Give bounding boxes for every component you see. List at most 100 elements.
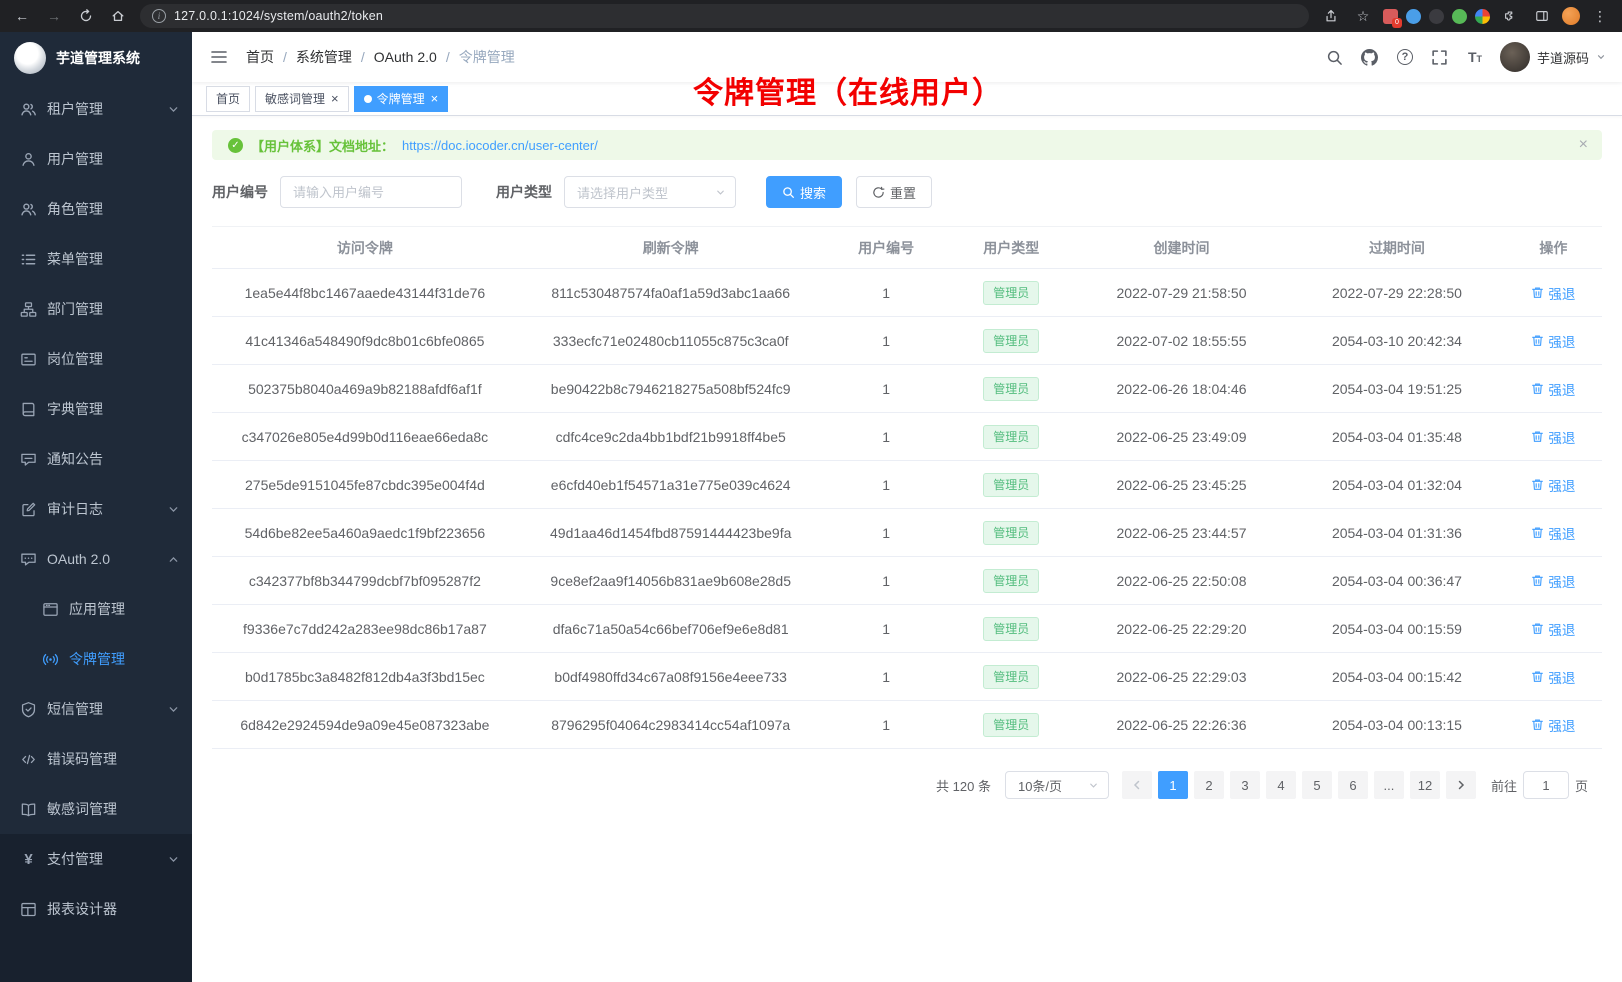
force-logout-button[interactable]: 强退: [1531, 475, 1575, 495]
extension-icon[interactable]: [1475, 9, 1490, 24]
force-logout-button[interactable]: 强退: [1531, 523, 1575, 543]
tab-sensitive-word[interactable]: 敏感词管理 ×: [255, 86, 349, 112]
sidebar-item-report[interactable]: 报表设计器: [0, 884, 192, 934]
sidebar-item-dept[interactable]: 部门管理: [0, 284, 192, 334]
cell-user-id: 1: [824, 269, 949, 317]
header-search-icon[interactable]: [1325, 47, 1345, 67]
cell-create-time: 2022-06-25 22:26:36: [1074, 701, 1289, 749]
page-number-button[interactable]: 12: [1410, 771, 1440, 799]
content-area: 首页 / 系统管理 / OAuth 2.0 / 令牌管理 ? TT 芋道源码: [192, 32, 1622, 982]
sidebar-toggle-icon[interactable]: [208, 46, 230, 68]
github-icon[interactable]: [1360, 47, 1380, 67]
sidebar-item-sms[interactable]: 短信管理: [0, 684, 192, 734]
sidebar-item-pay[interactable]: ¥ 支付管理: [0, 834, 192, 884]
page-number-button[interactable]: 6: [1338, 771, 1368, 799]
page-number-button[interactable]: 5: [1302, 771, 1332, 799]
extension-icon[interactable]: [1429, 9, 1444, 24]
sidebar-item-user[interactable]: 用户管理: [0, 134, 192, 184]
page-number-button[interactable]: 4: [1266, 771, 1296, 799]
chevron-down-icon: [168, 504, 179, 515]
extension-icon[interactable]: [1406, 9, 1421, 24]
sidebar-item-auditlog[interactable]: 审计日志: [0, 484, 192, 534]
reset-button[interactable]: 重置: [856, 176, 932, 208]
user-type-select[interactable]: 请选择用户类型: [564, 176, 736, 208]
page-info-icon[interactable]: i: [152, 9, 166, 23]
force-logout-button[interactable]: 强退: [1531, 715, 1575, 735]
force-logout-button[interactable]: 强退: [1531, 571, 1575, 591]
cell-refresh-token: e6cfd40eb1f54571a31e775e039c4624: [518, 461, 824, 509]
org-tree-icon: [20, 301, 37, 318]
cell-create-time: 2022-06-25 23:44:57: [1074, 509, 1289, 557]
cell-actions: 强退: [1505, 413, 1602, 461]
col-user-type: 用户类型: [949, 227, 1074, 269]
page-number-button[interactable]: 1: [1158, 771, 1188, 799]
report-grid-icon: [20, 901, 37, 918]
app-logo[interactable]: 芋道管理系统: [0, 32, 192, 84]
prev-page-button[interactable]: [1122, 771, 1152, 799]
extension-icon[interactable]: 0: [1383, 9, 1398, 24]
sidebar-item-errorcode[interactable]: 错误码管理: [0, 734, 192, 784]
cell-access-token: 502375b8040a469a9b82188afdf6af1f: [212, 365, 518, 413]
sidebar-item-tenant[interactable]: 租户管理: [0, 84, 192, 134]
side-panel-icon[interactable]: [1530, 4, 1554, 28]
extension-icon[interactable]: [1452, 9, 1467, 24]
sidebar-item-menu[interactable]: 菜单管理: [0, 234, 192, 284]
force-logout-button[interactable]: 强退: [1531, 427, 1575, 447]
tab-close-icon[interactable]: ×: [431, 92, 439, 105]
cell-expire-time: 2054-03-04 00:15:59: [1289, 605, 1504, 653]
sidebar-item-oauth2[interactable]: OAuth 2.0: [0, 534, 192, 584]
breadcrumb-item-home[interactable]: 首页: [246, 47, 274, 67]
force-logout-button[interactable]: 强退: [1531, 667, 1575, 687]
force-logout-button[interactable]: 强退: [1531, 619, 1575, 639]
breadcrumb-item-system[interactable]: 系统管理: [296, 47, 352, 67]
sidebar-item-post[interactable]: 岗位管理: [0, 334, 192, 384]
sidebar-item-oauth2-app[interactable]: 应用管理: [0, 584, 192, 634]
refresh-icon[interactable]: [74, 4, 98, 28]
user-id-input[interactable]: [280, 176, 462, 208]
cell-access-token: b0d1785bc3a8482f812db4a3f3bd15ec: [212, 653, 518, 701]
fullscreen-icon[interactable]: [1430, 47, 1450, 67]
font-size-icon[interactable]: TT: [1465, 47, 1485, 67]
help-icon[interactable]: ?: [1395, 47, 1415, 67]
page-number-button[interactable]: ...: [1374, 771, 1404, 799]
tab-close-icon[interactable]: ×: [331, 92, 339, 105]
col-actions: 操作: [1505, 227, 1602, 269]
goto-page-input[interactable]: [1523, 771, 1569, 799]
sidebar-item-oauth2-token[interactable]: 令牌管理: [0, 634, 192, 684]
share-icon[interactable]: [1319, 4, 1343, 28]
cell-expire-time: 2054-03-04 00:13:15: [1289, 701, 1504, 749]
force-logout-button[interactable]: 强退: [1531, 283, 1575, 303]
alert-close-icon[interactable]: ×: [1579, 137, 1588, 153]
sidebar-item-sensitiveword[interactable]: 敏感词管理: [0, 784, 192, 834]
sidebar-item-label: 报表设计器: [47, 899, 179, 919]
page-number-button[interactable]: 3: [1230, 771, 1260, 799]
sidebar-item-notice[interactable]: 通知公告: [0, 434, 192, 484]
doc-link[interactable]: https://doc.iocoder.cn/user-center/: [402, 138, 598, 153]
bookmark-star-icon[interactable]: ☆: [1351, 4, 1375, 28]
forward-icon[interactable]: →: [42, 4, 66, 28]
breadcrumb-item-token: 令牌管理: [459, 47, 515, 67]
sidebar-item-role[interactable]: 角色管理: [0, 184, 192, 234]
home-icon[interactable]: [106, 4, 130, 28]
extensions-puzzle-icon[interactable]: [1498, 4, 1522, 28]
cell-user-type: 管理员: [949, 365, 1074, 413]
tab-home[interactable]: 首页: [206, 86, 250, 112]
force-logout-button[interactable]: 强退: [1531, 379, 1575, 399]
back-icon[interactable]: ←: [10, 4, 34, 28]
page-size-select[interactable]: 10条/页: [1005, 771, 1109, 799]
table-row: 6d842e2924594de9a09e45e087323abe 8796295…: [212, 701, 1602, 749]
browser-profile-avatar[interactable]: [1562, 7, 1580, 25]
user-avatar: [1500, 42, 1530, 72]
next-page-button[interactable]: [1446, 771, 1476, 799]
sidebar-item-dict[interactable]: 字典管理: [0, 384, 192, 434]
url-bar[interactable]: i 127.0.0.1:1024/system/oauth2/token: [140, 4, 1309, 28]
force-logout-button[interactable]: 强退: [1531, 331, 1575, 351]
cell-actions: 强退: [1505, 365, 1602, 413]
breadcrumb-item-oauth2[interactable]: OAuth 2.0: [374, 49, 437, 65]
browser-menu-icon[interactable]: ⋮: [1588, 4, 1612, 28]
tab-token[interactable]: 令牌管理 ×: [354, 86, 449, 112]
user-menu[interactable]: 芋道源码: [1500, 42, 1606, 72]
page-number-button[interactable]: 2: [1194, 771, 1224, 799]
search-button[interactable]: 搜索: [766, 176, 842, 208]
table-row: 41c41346a548490f9dc8b01c6bfe0865 333ecfc…: [212, 317, 1602, 365]
